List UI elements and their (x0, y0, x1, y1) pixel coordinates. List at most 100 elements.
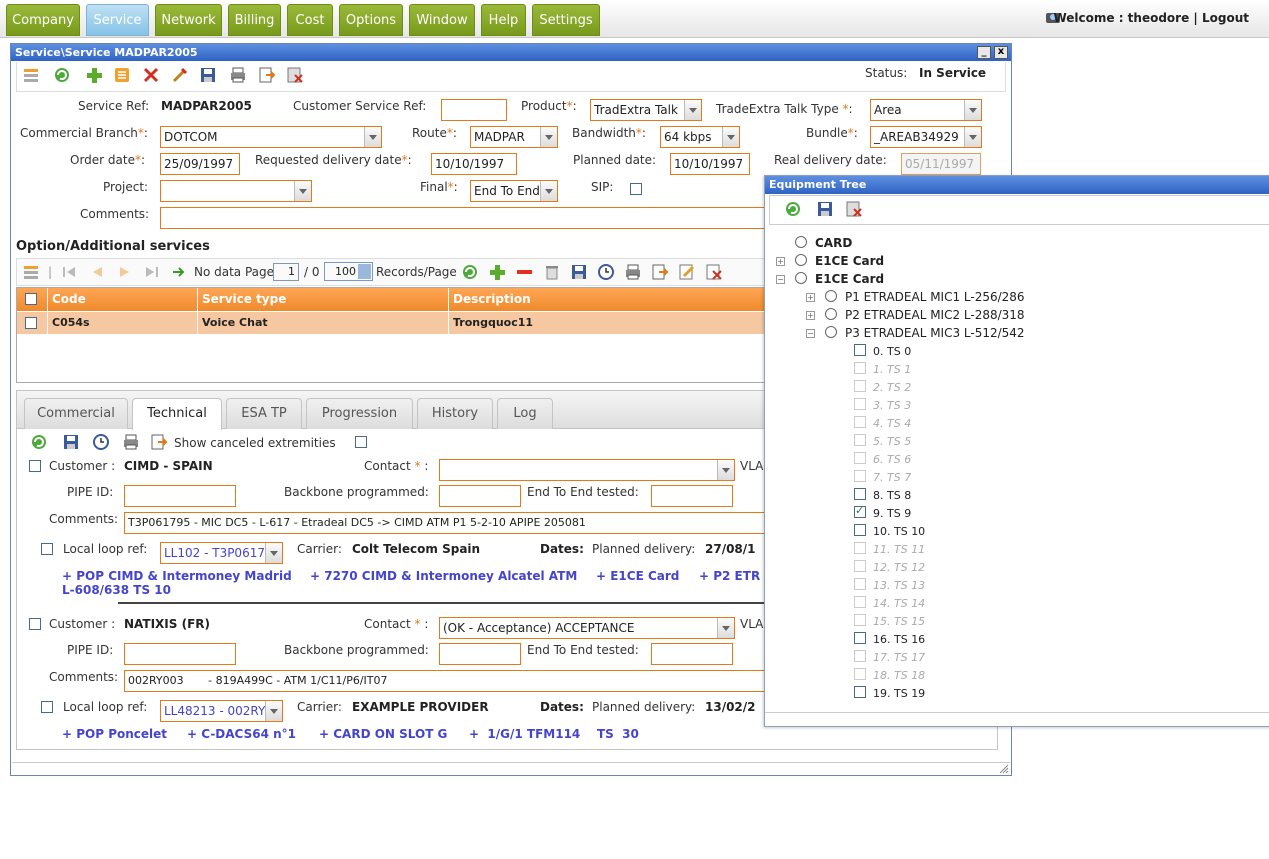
extremity-comments-input[interactable]: T3P061795 - MIC DC5 - L-617 - Etradeal D… (124, 512, 769, 534)
refresh-icon[interactable] (30, 433, 48, 451)
customer-service-ref-input[interactable] (441, 99, 507, 121)
tab-technical[interactable]: Technical (132, 398, 222, 430)
extremity-checkbox[interactable] (29, 460, 41, 472)
timeslot-checkbox[interactable] (854, 686, 866, 698)
print-icon[interactable] (122, 433, 140, 451)
bundle-select[interactable]: _AREAB34929 (870, 126, 982, 148)
tree-node-port-p3[interactable]: P3 ETRADEAL MIC3 L-512/542 (845, 326, 1025, 340)
comments-input[interactable] (160, 207, 770, 229)
minimize-button[interactable]: _ (977, 46, 991, 59)
e2e-tested-input[interactable] (651, 485, 733, 507)
logout-link[interactable]: Logout (1202, 11, 1249, 25)
equipment-link[interactable]: + POP CIMD & Intermoney Madrid (62, 569, 292, 583)
equipment-link[interactable]: + P2 ETR (699, 569, 760, 583)
export-icon[interactable] (258, 66, 276, 84)
menu-tab-settings[interactable]: Settings (532, 4, 600, 36)
backbone-input[interactable] (439, 485, 521, 507)
contact-select[interactable]: (OK - Acceptance) ACCEPTANCE (439, 617, 735, 639)
timeslot-checkbox[interactable] (854, 632, 866, 644)
timeslot-checkbox[interactable] (854, 344, 866, 356)
toggle-panel-icon[interactable] (22, 263, 40, 281)
bandwidth-select[interactable]: 64 kbps (660, 126, 740, 148)
tree-radio[interactable] (795, 236, 807, 248)
contact-select[interactable] (439, 459, 735, 481)
clock-icon[interactable] (597, 263, 615, 281)
table-row[interactable]: C054s Voice Chat Trongquoc11 (17, 312, 770, 334)
menu-tab-options[interactable]: Options (339, 4, 403, 36)
column-header-service-type[interactable]: Service type (198, 288, 449, 311)
cancel-document-icon[interactable] (705, 263, 723, 281)
toggle-panel-icon[interactable] (22, 66, 40, 84)
tree-radio[interactable] (795, 254, 807, 266)
show-canceled-checkbox[interactable] (355, 436, 367, 448)
tree-radio[interactable] (825, 308, 837, 320)
trash-icon[interactable] (543, 263, 561, 281)
equipment-link[interactable]: + E1CE Card (596, 569, 679, 583)
expand-icon[interactable]: + (776, 257, 785, 266)
menu-tab-window[interactable]: Window (409, 4, 475, 36)
tree-node-card[interactable]: CARD (815, 236, 852, 250)
remove-icon[interactable] (515, 263, 533, 281)
edit-document-icon[interactable] (678, 263, 696, 281)
prev-page-icon[interactable] (88, 263, 106, 281)
save-icon[interactable] (199, 66, 217, 84)
collapse-icon[interactable]: − (776, 275, 785, 284)
pipe-id-input[interactable] (124, 643, 236, 665)
commercial-branch-select[interactable]: DOTCOM (160, 126, 382, 148)
close-button[interactable]: x (994, 46, 1008, 59)
list-icon[interactable] (113, 66, 131, 84)
menu-tab-help[interactable]: Help (481, 4, 526, 36)
equipment-link[interactable]: + 7270 CIMD & Intermoney Alcatel ATM (310, 569, 577, 583)
next-page-icon[interactable] (116, 263, 134, 281)
tradextra-type-select[interactable]: Area (870, 99, 982, 121)
add-icon[interactable] (488, 263, 506, 281)
tree-radio[interactable] (825, 326, 837, 338)
equipment-link[interactable]: + CARD ON SLOT G (319, 727, 447, 741)
equipment-link[interactable]: + POP Poncelet (62, 727, 167, 741)
column-header-code[interactable]: Code (48, 288, 198, 311)
tab-progression[interactable]: Progression (306, 398, 413, 429)
clock-icon[interactable] (92, 433, 110, 451)
save-icon[interactable] (570, 263, 588, 281)
page-number-input[interactable]: 1 (273, 263, 299, 281)
final-select[interactable]: End To End (470, 180, 558, 202)
print-icon[interactable] (229, 66, 247, 84)
window-title[interactable]: Service\Service MADPAR2005 (11, 44, 1011, 61)
tab-history[interactable]: History (417, 398, 493, 429)
add-icon[interactable] (85, 66, 103, 84)
pipe-id-input[interactable] (124, 485, 236, 507)
tree-node-port-p1[interactable]: P1 ETRADEAL MIC1 L-256/286 (845, 290, 1025, 304)
go-arrow-icon[interactable] (170, 263, 188, 281)
export-icon[interactable] (651, 263, 669, 281)
local-loop-select[interactable]: LL102 - T3P0617 (160, 542, 283, 564)
tab-esa-tp[interactable]: ESA TP (226, 398, 302, 429)
last-page-icon[interactable] (143, 263, 161, 281)
select-all-checkbox[interactable] (25, 293, 37, 305)
project-select[interactable] (160, 180, 312, 202)
column-header-description[interactable]: Description (449, 288, 770, 311)
equipment-tree-title[interactable]: Equipment Tree (765, 176, 1269, 194)
local-loop-checkbox[interactable] (41, 543, 53, 555)
equipment-link[interactable]: + C-DACS64 n°1 (187, 727, 296, 741)
tree-node-e1ce-card[interactable]: E1CE Card (815, 272, 884, 286)
tab-commercial[interactable]: Commercial (24, 398, 128, 429)
tab-log[interactable]: Log (497, 398, 553, 429)
product-select[interactable]: TradExtra Talk (590, 99, 702, 121)
export-icon[interactable] (150, 433, 168, 451)
delete-icon[interactable] (142, 66, 160, 84)
first-page-icon[interactable] (60, 263, 78, 281)
menu-tab-billing[interactable]: Billing (228, 4, 281, 36)
menu-tab-network[interactable]: Network (155, 4, 222, 36)
timeslot-checkbox[interactable] (854, 488, 866, 500)
expand-icon[interactable]: + (806, 311, 815, 320)
local-loop-select[interactable]: LL48213 - 002RY (160, 700, 283, 722)
cancel-document-icon[interactable] (286, 66, 304, 84)
equipment-link[interactable]: + 1/G/1 TFM114 TS 30 (469, 727, 639, 741)
menu-tab-company[interactable]: Company (6, 4, 80, 36)
print-icon[interactable] (624, 263, 642, 281)
timeslot-checkbox[interactable] (854, 524, 866, 536)
menu-tab-cost[interactable]: Cost (287, 4, 333, 36)
extremity-checkbox[interactable] (29, 618, 41, 630)
extremity-comments-input[interactable]: 002RY003 - 819A499C - ATM 1/C11/P6/IT07 (124, 670, 769, 692)
cancel-document-icon[interactable] (845, 200, 863, 218)
